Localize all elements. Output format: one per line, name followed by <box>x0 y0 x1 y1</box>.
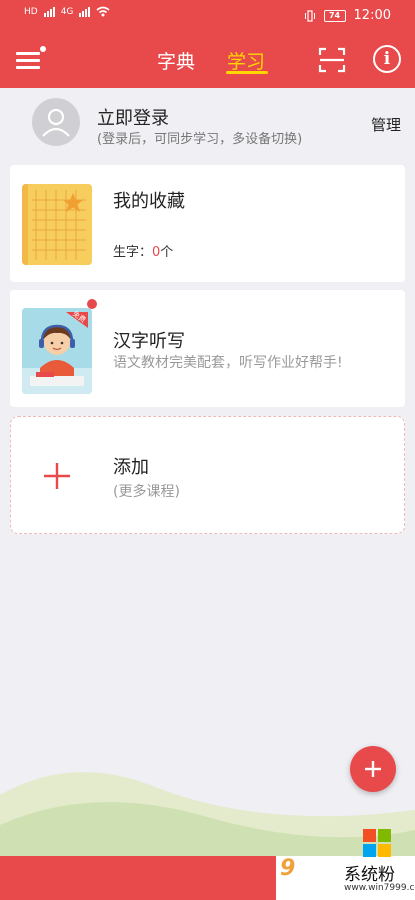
windows-logo-icon <box>363 829 391 857</box>
status-right: 74 12:00 <box>304 8 391 23</box>
status-bar: HD 4G 74 12:00 <box>0 0 415 34</box>
login-subtitle: (登录后，可同步学习，多设备切换) <box>97 132 303 147</box>
manage-button[interactable]: 管理 <box>371 114 401 135</box>
signal-icon-2 <box>79 6 91 17</box>
count-label: 生字： <box>113 245 153 260</box>
vibrate-icon <box>304 9 315 22</box>
notification-dot <box>40 46 46 52</box>
watermark-logo-text: 9 <box>280 856 296 881</box>
watermark: 9 系统粉 www.win7999.com <box>276 820 415 900</box>
signal-icon <box>43 6 55 17</box>
login-section[interactable]: 立即登录 (登录后，可同步学习，多设备切换) 管理 <box>0 88 415 158</box>
add-subtitle: (更多课程) <box>113 484 180 500</box>
favorites-count: 生字：0个 <box>113 241 173 260</box>
watermark-brand: 系统粉 <box>344 865 395 885</box>
dictation-title: 汉字听写 <box>113 331 185 352</box>
favorites-title: 我的收藏 <box>113 191 185 212</box>
nav-bar: 字典 学习 i <box>0 34 415 88</box>
info-icon[interactable]: i <box>373 45 401 73</box>
new-dot <box>87 299 97 309</box>
add-title: 添加 <box>113 457 149 478</box>
watermark-url: www.win7999.com <box>344 883 415 893</box>
battery-icon: 74 <box>323 9 346 22</box>
count-unit: 个 <box>160 245 174 260</box>
active-tab-indicator <box>226 71 268 74</box>
floating-add-button[interactable] <box>350 746 396 792</box>
avatar[interactable] <box>32 98 80 146</box>
tab-dictionary[interactable]: 字典 <box>157 47 195 74</box>
plus-icon <box>44 463 70 489</box>
menu-icon[interactable] <box>16 46 46 72</box>
scan-icon[interactable] <box>318 46 346 74</box>
network-label: 4G <box>60 6 74 17</box>
student-illustration: 免费 <box>22 308 92 394</box>
login-title[interactable]: 立即登录 <box>97 104 169 130</box>
wifi-icon <box>96 6 110 17</box>
favorites-card[interactable]: 我的收藏 生字：0个 <box>10 165 405 282</box>
user-icon <box>42 108 70 137</box>
hd-label: HD <box>24 6 38 17</box>
info-glyph: i <box>383 49 391 69</box>
tab-study[interactable]: 学习 <box>227 47 265 74</box>
add-course-card[interactable]: 添加 (更多课程) <box>10 416 405 534</box>
dictation-card[interactable]: 免费 汉字听写 语文教材完美配套，听写作业好帮手! <box>10 290 405 407</box>
plus-icon-white <box>365 761 381 777</box>
status-signals: HD 4G <box>24 6 110 17</box>
grid-notebook-icon <box>22 184 92 265</box>
clock: 12:00 <box>353 8 391 23</box>
dictation-subtitle: 语文教材完美配套，听写作业好帮手! <box>113 355 343 371</box>
app-header: HD 4G 74 12:00 字典 学习 i <box>0 0 415 88</box>
